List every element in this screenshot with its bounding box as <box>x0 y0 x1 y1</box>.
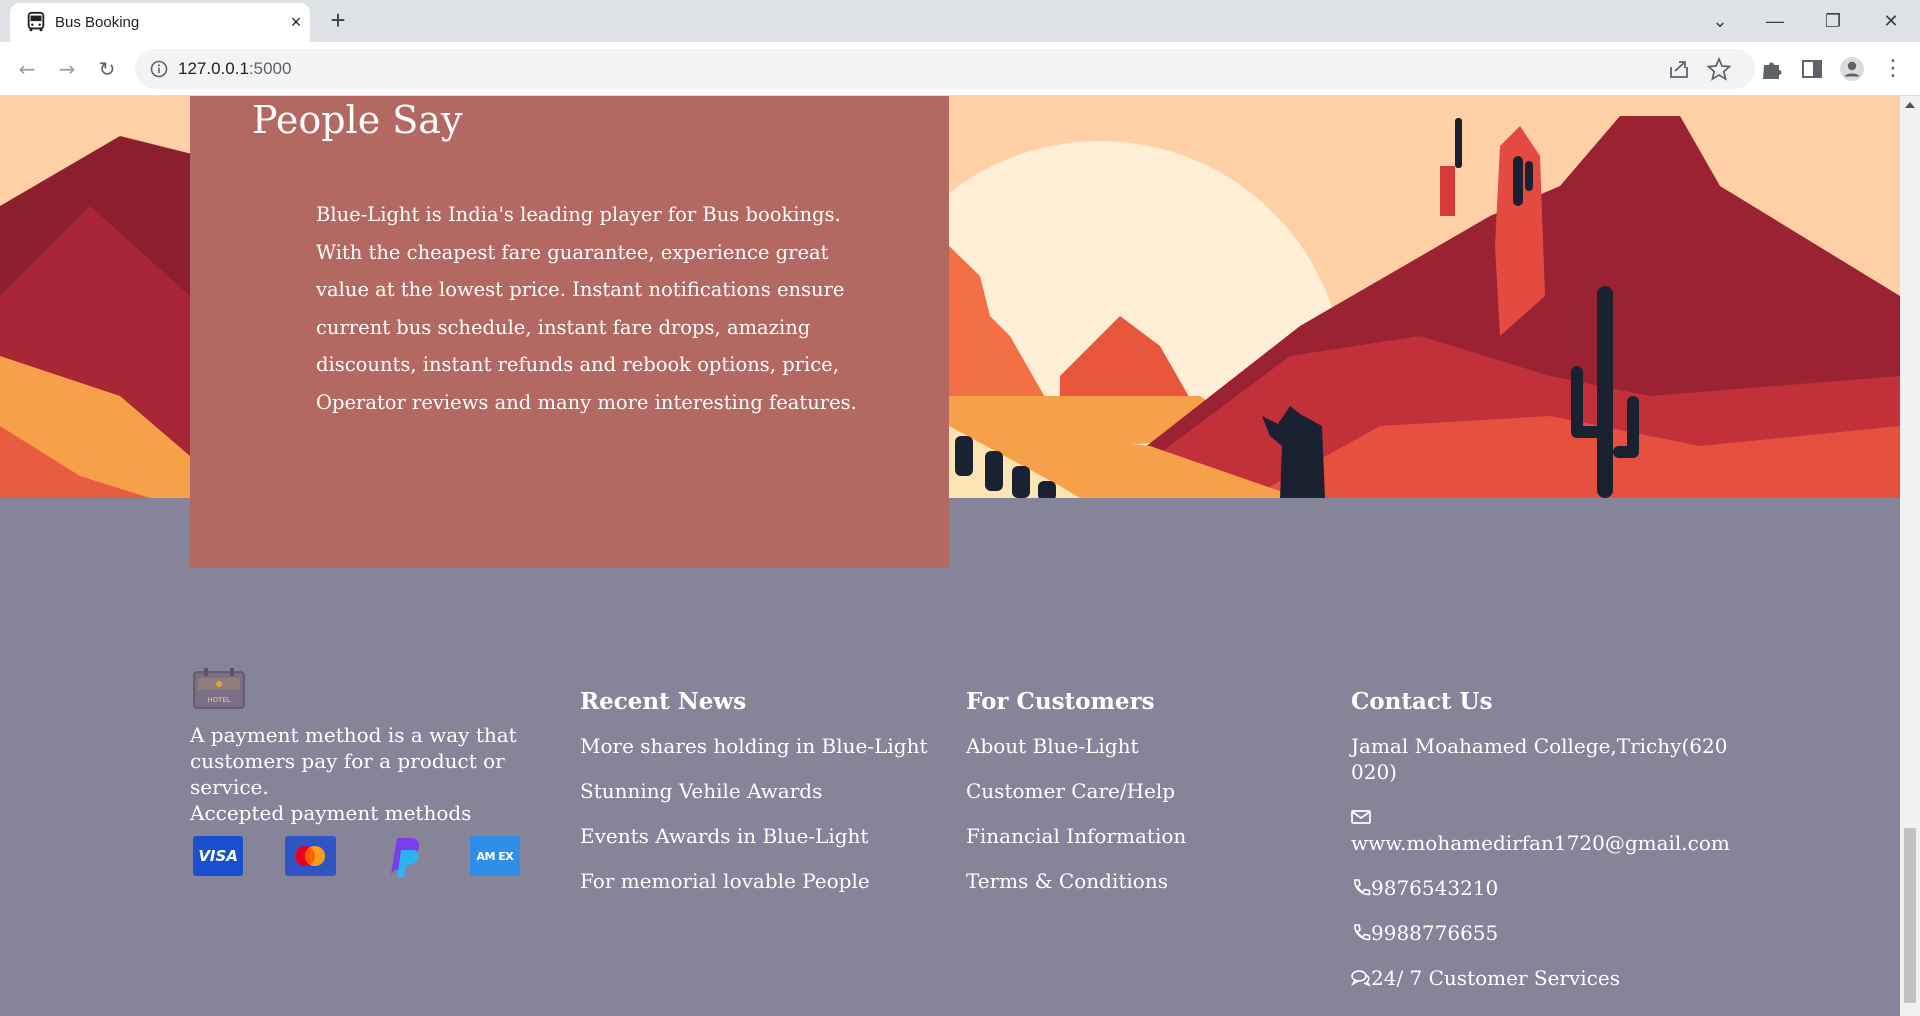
payment-methods-list: VISA AM EX <box>193 836 520 878</box>
contact-service: 24/ 7 Customer Services <box>1371 966 1620 990</box>
envelope-icon <box>1351 810 1371 824</box>
site-info-icon[interactable] <box>149 59 169 79</box>
contact-phone1-row: 9876543210 <box>1351 875 1731 901</box>
browser-tab-strip: Bus Booking × + ⌄ — ❐ ✕ <box>0 0 1920 42</box>
mastercard-icon <box>285 836 336 876</box>
scrollbar-thumb[interactable] <box>1904 828 1916 1003</box>
phone-icon <box>1354 879 1371 896</box>
footer-recent-news: Recent News More shares holding in Blue-… <box>580 688 928 913</box>
contact-phone1[interactable]: 9876543210 <box>1371 876 1498 900</box>
footer-for-customers: For Customers About Blue-Light Customer … <box>966 688 1186 913</box>
tab-title: Bus Booking <box>55 14 140 31</box>
customer-link-about[interactable]: About Blue-Light <box>966 733 1186 778</box>
browser-menu-icon[interactable]: ⋮ <box>1878 54 1908 84</box>
hero-desert-illustration: People Say Blue-Light is India's leading… <box>0 96 1900 498</box>
restore-button[interactable]: ❐ <box>1818 6 1848 36</box>
testimonial-card-bottom <box>190 498 949 568</box>
close-window-button[interactable]: ✕ <box>1876 6 1906 36</box>
bookmark-star-icon[interactable] <box>1705 55 1733 83</box>
visa-icon: VISA <box>193 836 244 876</box>
chat-bubbles-icon <box>1351 970 1371 987</box>
side-panel-icon[interactable] <box>1798 55 1826 83</box>
visa-label: VISA <box>198 847 238 865</box>
news-link-events[interactable]: Events Awards in Blue-Light <box>580 823 928 868</box>
footer-contact: Contact Us Jamal Moahamed College,Trichy… <box>1351 688 1731 1010</box>
payment-methods-label: Accepted payment methods <box>190 801 472 825</box>
forward-icon[interactable]: → <box>52 54 82 84</box>
scroll-up-arrow-icon[interactable] <box>1905 102 1915 108</box>
page-viewport: People Say Blue-Light is India's leading… <box>0 96 1900 1016</box>
contact-service-row: 24/ 7 Customer Services <box>1351 965 1731 991</box>
reload-icon[interactable]: ↻ <box>92 54 122 84</box>
hotel-logo-label: HOTEL <box>207 696 230 704</box>
page-scrollbar[interactable] <box>1900 96 1920 1016</box>
minimize-button[interactable]: — <box>1760 6 1790 36</box>
testimonial-card: People Say Blue-Light is India's leading… <box>190 96 949 498</box>
profile-avatar-icon[interactable] <box>1838 55 1866 83</box>
amex-icon: AM EX <box>469 836 520 876</box>
browser-tab[interactable]: Bus Booking × <box>10 3 310 42</box>
url-text: 127.0.0.1:5000 <box>178 59 292 78</box>
phone-icon <box>1354 924 1371 941</box>
back-icon[interactable]: ← <box>12 54 42 84</box>
browser-toolbar: ← → ↻ 127.0.0.1:5000 ⋮ <box>0 42 1920 96</box>
news-link-memorial[interactable]: For memorial lovable People <box>580 868 928 913</box>
contact-email[interactable]: www.mohamedirfan1720@gmail.com <box>1351 831 1730 855</box>
news-link-awards[interactable]: Stunning Vehile Awards <box>580 778 928 823</box>
contact-address: Jamal Moahamed College,Trichy(620 020) <box>1351 734 1728 784</box>
hotel-logo-icon: HOTEL <box>193 668 245 709</box>
testimonial-text: Blue-Light is India's leading player for… <box>316 203 857 414</box>
share-icon[interactable] <box>1665 55 1693 83</box>
address-bar[interactable]: 127.0.0.1:5000 <box>135 49 1755 89</box>
bus-icon <box>27 11 45 32</box>
paypal-icon <box>378 836 428 878</box>
recent-news-heading: Recent News <box>580 688 747 715</box>
site-footer: HOTEL A payment method is a way that cus… <box>0 666 1900 1016</box>
extensions-icon[interactable] <box>1758 55 1786 83</box>
contact-email-row: www.mohamedirfan1720@gmail.com <box>1351 804 1731 856</box>
customer-link-financial[interactable]: Financial Information <box>966 823 1186 868</box>
footer-about: HOTEL A payment method is a way that cus… <box>190 666 520 878</box>
mastercard-logo <box>295 846 326 866</box>
for-customers-heading: For Customers <box>966 688 1155 715</box>
tab-close-icon[interactable]: × <box>286 12 306 32</box>
testimonial-title: People Say <box>252 98 463 142</box>
customer-link-terms[interactable]: Terms & Conditions <box>966 868 1186 913</box>
contact-phone2-row: 9988776655 <box>1351 920 1731 946</box>
customer-link-care[interactable]: Customer Care/Help <box>966 778 1186 823</box>
paypal-logo <box>390 838 419 878</box>
contact-heading: Contact Us <box>1351 688 1493 715</box>
new-tab-button[interactable]: + <box>325 7 351 34</box>
payment-description: A payment method is a way that customers… <box>190 723 517 799</box>
amex-label: AM EX <box>476 849 514 863</box>
tab-search-icon[interactable]: ⌄ <box>1705 6 1735 36</box>
contact-phone2[interactable]: 9988776655 <box>1371 921 1498 945</box>
news-link-shares[interactable]: More shares holding in Blue-Light <box>580 733 928 778</box>
